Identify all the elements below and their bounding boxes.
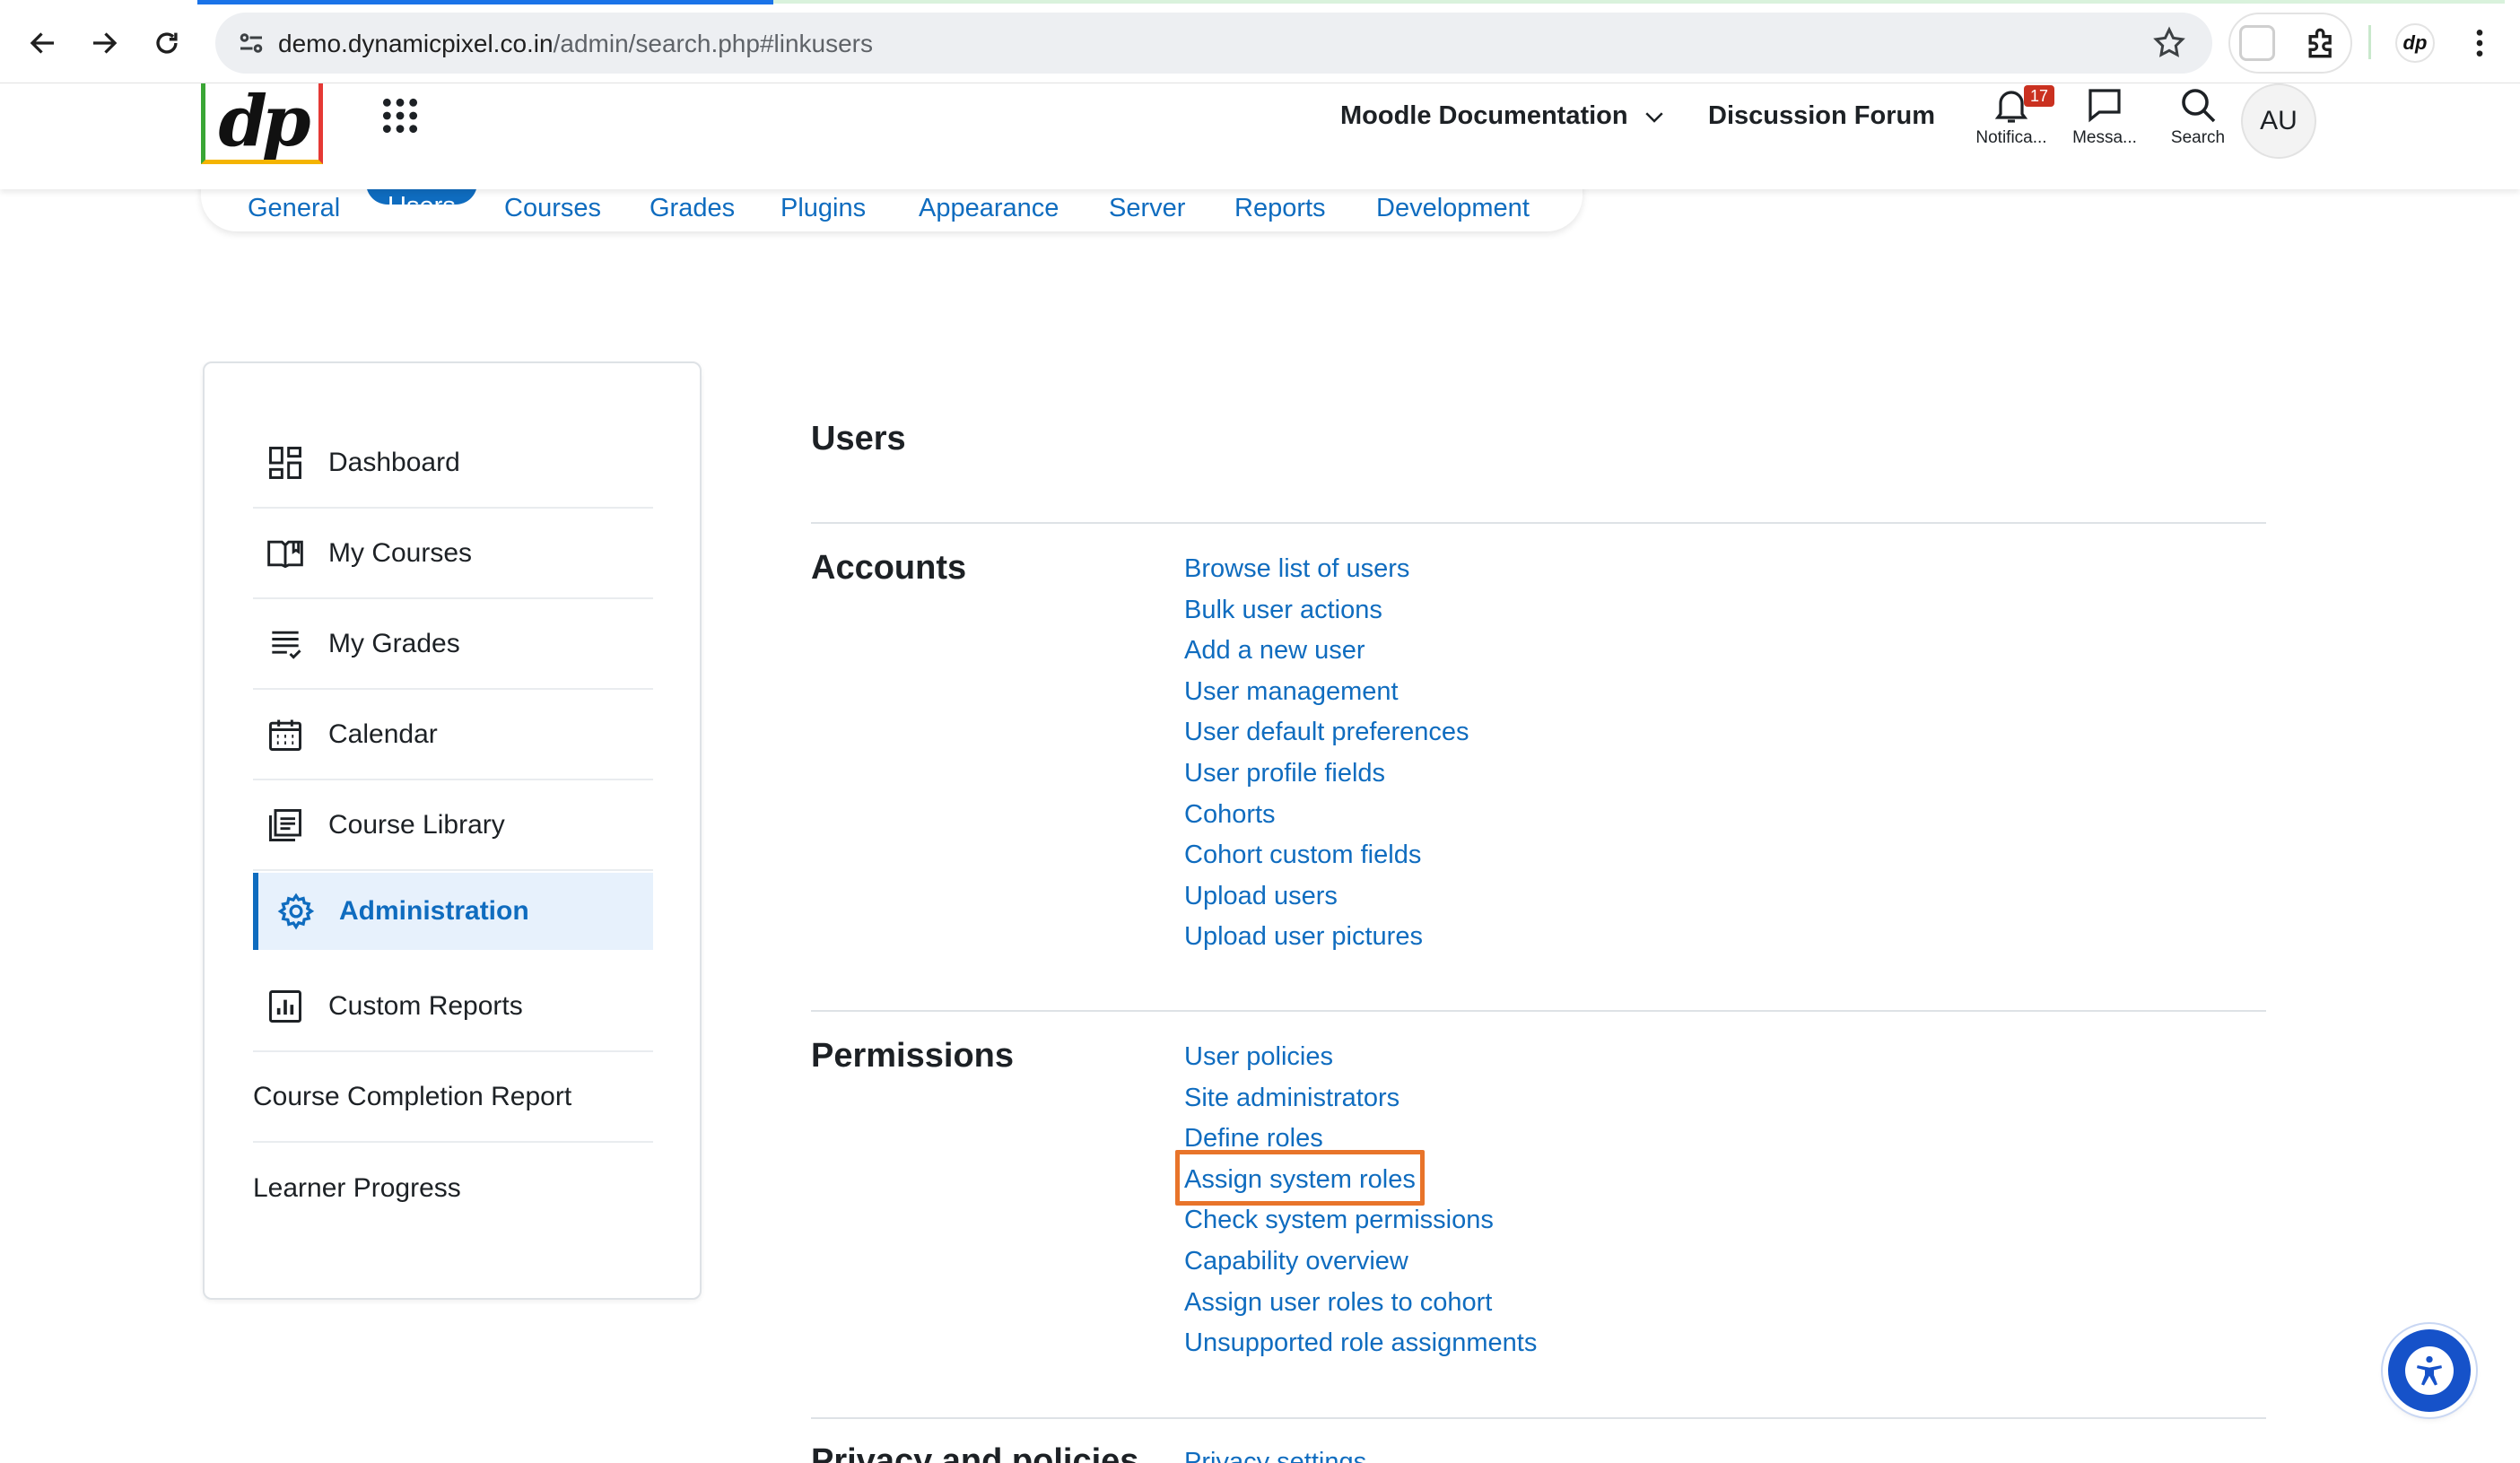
link-bulk-user-actions[interactable]: Bulk user actions [1184,590,1469,631]
sidebar-item-label: Administration [339,896,529,926]
accessibility-button[interactable] [2388,1329,2471,1412]
url-path: /admin/search.php#linkusers [553,30,874,57]
link-user-management[interactable]: User management [1184,672,1469,713]
highlight-annotation-box [1175,1150,1425,1206]
nav-moodle-documentation-label: Moodle Documentation [1340,101,1628,130]
url-text[interactable]: demo.dynamicpixel.co.in/admin/search.php… [278,29,873,59]
link-add-a-new-user[interactable]: Add a new user [1184,631,1469,672]
link-browse-list-of-users[interactable]: Browse list of users [1184,549,1469,590]
link-upload-users[interactable]: Upload users [1184,876,1469,918]
section-divider [811,522,2266,524]
sidebar-item-label: Course Completion Report [253,1082,572,1111]
accessibility-icon-container [2405,1346,2454,1395]
link-user-policies[interactable]: User policies [1184,1037,1537,1078]
reload-button[interactable] [144,20,190,66]
link-check-system-permissions[interactable]: Check system permissions [1184,1200,1537,1241]
messages-button[interactable]: Messa... [2067,83,2142,155]
sidebar-item-label: Learner Progress [253,1173,461,1203]
page-title: Users [811,420,906,457]
link-unsupported-role-assignments[interactable]: Unsupported role assignments [1184,1323,1537,1364]
back-button[interactable] [20,20,66,66]
site-settings-icon[interactable] [235,27,267,59]
sidebar-item-calendar[interactable]: Calendar [253,691,653,780]
star-icon[interactable] [2151,25,2187,61]
notifications-label: Notifica... [1975,128,2047,147]
profile-button[interactable]: dp [2395,23,2435,63]
avatar-initials: AU [2260,106,2298,135]
grades-list-icon [272,631,301,659]
link-cohort-custom-fields[interactable]: Cohort custom fields [1184,835,1469,876]
sidebar-item-course-completion-report[interactable]: Course Completion Report [253,1053,653,1143]
site-header: dp Moodle Documentation Discussion Forum… [0,83,2520,189]
apps-grid-icon[interactable] [380,96,420,135]
url-domain: demo.dynamicpixel.co.in [278,30,554,57]
link-user-profile-fields[interactable]: User profile fields [1184,753,1469,795]
gear-icon [277,893,315,930]
sidebar-item-course-library[interactable]: Course Library [253,781,653,871]
reload-icon [156,32,178,54]
calendar-icon [269,719,301,751]
link-site-administrators[interactable]: Site administrators [1184,1078,1537,1119]
report-chart-icon [269,990,301,1023]
user-avatar[interactable]: AU [2241,83,2316,159]
profile-initials: dp [2402,31,2428,54]
site-logo[interactable]: dp [201,83,323,164]
address-bar[interactable]: demo.dynamicpixel.co.in/admin/search.php… [215,13,2212,74]
accounts-link-list: Browse list of users Bulk user actions A… [1184,549,1469,958]
sidebar-item-my-courses[interactable]: My Courses [253,509,653,599]
kebab-menu-icon[interactable] [2462,22,2498,65]
sidebar-item-learner-progress[interactable]: Learner Progress [253,1144,653,1233]
toolbar-divider [2368,25,2371,59]
arrow-right-icon [93,32,118,54]
link-user-default-preferences[interactable]: User default preferences [1184,712,1469,753]
library-icon [269,809,301,841]
nav-moodle-documentation[interactable]: Moodle Documentation [1340,98,1668,134]
accessibility-icon [2417,1355,2442,1386]
logo-text: dp [218,80,310,162]
sidebar-item-custom-reports[interactable]: Custom Reports [253,962,653,1052]
link-privacy-settings[interactable]: Privacy settings [1184,1442,1366,1463]
sidebar-item-label: My Courses [328,538,473,568]
section-title-accounts: Accounts [811,549,967,587]
puzzle-icon[interactable] [2302,23,2341,63]
link-assign-user-roles-to-cohort[interactable]: Assign user roles to cohort [1184,1283,1537,1324]
nav-discussion-forum-label: Discussion Forum [1708,101,1935,130]
chat-bubble-icon [2088,89,2121,123]
sidebar-item-label: My Grades [328,629,460,658]
link-upload-user-pictures[interactable]: Upload user pictures [1184,917,1469,958]
search-button[interactable]: Search [2160,83,2236,155]
chevron-down-icon [1645,112,1663,124]
extension-icon[interactable] [2239,25,2275,61]
search-icon [2182,89,2216,123]
arrow-left-icon [30,32,54,54]
sidebar-item-dashboard[interactable]: Dashboard [253,419,653,509]
section-title-privacy-and-policies: Privacy and policies [811,1442,1139,1463]
sidebar-item-label: Custom Reports [328,991,523,1021]
search-label: Search [2170,128,2226,147]
tab-strip-accent [773,0,2505,4]
section-title-permissions: Permissions [811,1037,1014,1075]
sidebar-item-label: Calendar [328,719,438,749]
dashboard-icon [269,447,301,479]
nav-discussion-forum[interactable]: Discussion Forum [1708,98,1935,134]
sidebar-item-label: Course Library [328,810,505,840]
link-capability-overview[interactable]: Capability overview [1184,1241,1537,1283]
sidebar: Dashboard My Courses My Grades Calendar … [203,361,702,1300]
page-load-progress [197,0,773,4]
messages-label: Messa... [2072,128,2137,147]
notification-count-badge: 17 [2024,85,2054,107]
sidebar-item-label: Dashboard [328,448,460,477]
section-divider [811,1010,2266,1012]
book-open-icon [267,540,303,569]
sidebar-item-administration[interactable]: Administration [253,873,653,950]
forward-button[interactable] [81,20,127,66]
privacy-link-list: Privacy settings [1184,1442,1366,1463]
section-divider [811,1417,2266,1419]
sidebar-item-my-grades[interactable]: My Grades [253,600,653,690]
browser-toolbar: demo.dynamicpixel.co.in/admin/search.php… [0,0,2520,83]
link-cohorts[interactable]: Cohorts [1184,795,1469,836]
